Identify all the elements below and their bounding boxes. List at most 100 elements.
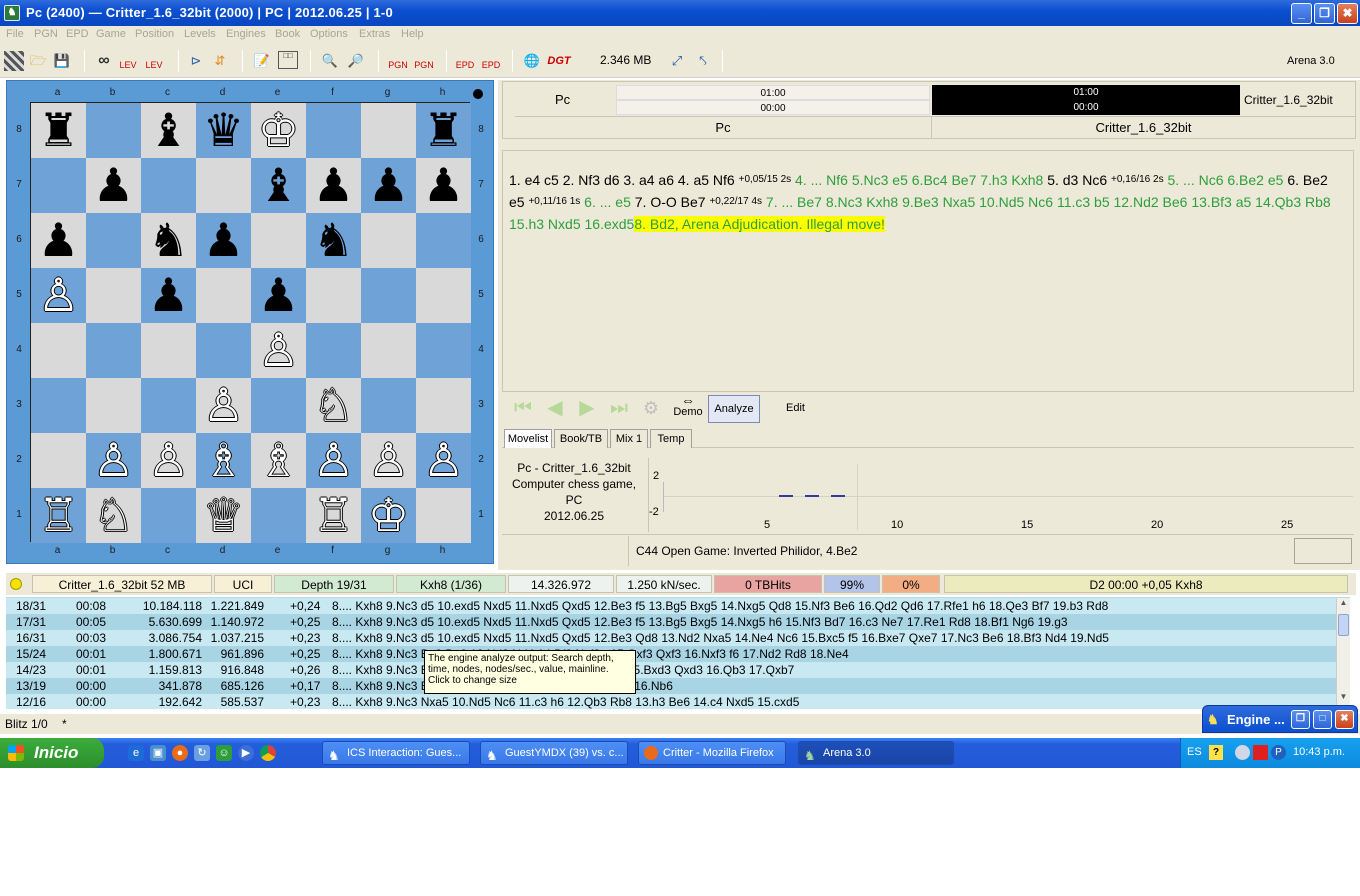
antivirus-icon[interactable] (1253, 745, 1268, 760)
edit-button[interactable]: Edit (786, 402, 805, 414)
globe-icon[interactable]: 🌐 (522, 51, 542, 71)
tab-temp[interactable]: Temp (650, 429, 692, 448)
menu-help[interactable]: Help (401, 28, 424, 40)
firefox-icon[interactable]: ● (172, 745, 188, 761)
square-e1[interactable] (251, 488, 306, 543)
zoom-in-icon[interactable]: 🔍 (320, 51, 340, 71)
p-icon[interactable]: P (1271, 745, 1286, 760)
square-a7[interactable] (31, 158, 86, 213)
tab-mix1[interactable]: Mix 1 (610, 429, 648, 448)
square-a2[interactable] (31, 433, 86, 488)
start-button[interactable]: Inicio (0, 738, 104, 768)
notation-variation-1[interactable]: 4. ... Nf6 5.Nc3 e5 6.Bc4 Be7 7.h3 Kxh8 (795, 172, 1043, 188)
notation-variation-2[interactable]: 5. ... Nc6 6.Be2 e5 (1167, 172, 1283, 188)
piece-f6[interactable]: ♞ (306, 213, 361, 268)
zoom-out-icon[interactable]: 🔎 (346, 51, 366, 71)
piece-f3[interactable]: ♘ (306, 378, 361, 433)
piece-c8[interactable]: ♝ (141, 103, 196, 158)
piece-d1[interactable]: ♕ (196, 488, 251, 543)
notation-variation-3[interactable]: 6. ... e5 (584, 194, 631, 210)
piece-e8[interactable]: ♔ (251, 103, 306, 158)
menu-file[interactable]: File (6, 28, 24, 40)
media-player-icon[interactable]: ▶ (238, 745, 254, 761)
square-e3[interactable] (251, 378, 306, 433)
analysis-row[interactable]: 17/31 00:05 5.630.699 1.140.972 +0,25 8.... K… (6, 614, 1336, 630)
square-g5[interactable] (361, 268, 416, 323)
tab-book-tb[interactable]: Book/TB (554, 429, 608, 448)
piece-h7[interactable]: ♟ (416, 158, 471, 213)
piece-c2[interactable]: ♙ (141, 433, 196, 488)
square-d5[interactable] (196, 268, 251, 323)
task-arena[interactable]: ♞ Arena 3.0 (798, 741, 954, 765)
piece-a6[interactable]: ♟ (31, 213, 86, 268)
menu-game[interactable]: Game (96, 28, 126, 40)
square-e6[interactable] (251, 213, 306, 268)
tab-movelist[interactable]: Movelist (504, 429, 552, 448)
board-icon[interactable] (4, 51, 24, 71)
analysis-row[interactable]: 18/31 00:08 10.184.118 1.221.849 +0,24 8.... … (6, 598, 1336, 614)
menu-engines[interactable]: Engines (226, 28, 266, 40)
scroll-down-icon[interactable]: ▼ (1338, 692, 1349, 704)
square-h1[interactable] (416, 488, 471, 543)
square-g3[interactable] (361, 378, 416, 433)
piece-g1[interactable]: ♔ (361, 488, 416, 543)
piece-g2[interactable]: ♙ (361, 433, 416, 488)
scroll-up-icon[interactable]: ▲ (1338, 598, 1349, 610)
engine-window-close-button[interactable]: ✖ (1335, 710, 1354, 729)
epd-add-button[interactable]: EPD (455, 51, 475, 71)
pgn-remove-button[interactable]: PGN (414, 51, 434, 71)
analysis-row[interactable]: 16/31 00:03 3.086.754 1.037.215 +0,23 8.... K… (6, 630, 1336, 646)
notation-moves-4[interactable]: 7. O-O Be7 (635, 194, 706, 210)
square-a4[interactable] (31, 323, 86, 378)
square-h5[interactable] (416, 268, 471, 323)
analyze-button[interactable]: Analyze (708, 395, 760, 423)
level-down-button[interactable]: LEV (144, 51, 164, 71)
square-b6[interactable] (86, 213, 141, 268)
menu-levels[interactable]: Levels (184, 28, 216, 40)
gear-icon[interactable]: ⚙ (640, 397, 662, 419)
exit-fullscreen-icon[interactable]: ⤣ (693, 51, 713, 71)
square-h6[interactable] (416, 213, 471, 268)
square-c1[interactable] (141, 488, 196, 543)
first-move-icon[interactable]: ⏮ (512, 397, 534, 419)
scroll-thumb[interactable] (1338, 614, 1349, 636)
piece-a1[interactable]: ♖ (31, 488, 86, 543)
tournament-icon[interactable]: □□ (278, 51, 298, 69)
piece-e2[interactable]: ♗ (251, 433, 306, 488)
piece-b7[interactable]: ♟ (86, 158, 141, 213)
desktop-icon[interactable]: ▣ (150, 745, 166, 761)
notes-icon[interactable]: 📝 (252, 51, 272, 71)
piece-h2[interactable]: ♙ (416, 433, 471, 488)
epd-remove-button[interactable]: EPD (481, 51, 501, 71)
pgn-add-button[interactable]: PGN (388, 51, 408, 71)
notation-final-move[interactable]: 8. Bd2, (634, 216, 682, 232)
square-g4[interactable] (361, 323, 416, 378)
piece-f7[interactable]: ♟ (306, 158, 361, 213)
menu-pgn[interactable]: PGN (34, 28, 58, 40)
square-b4[interactable] (86, 323, 141, 378)
swap-icon[interactable]: ⇵ (210, 51, 230, 71)
network-icon[interactable]: ↻ (194, 745, 210, 761)
menu-extras[interactable]: Extras (359, 28, 390, 40)
evaluation-graph[interactable]: 2 -2 5 10 15 20 25 (648, 458, 1354, 532)
open-folder-icon[interactable]: 🗁 (28, 51, 48, 71)
level-up-button[interactable]: LEV (118, 51, 138, 71)
chess-board[interactable]: ♜ ♝ ♛ ♔ ♜ ♟ ♝ ♟ ♟ ♟ ♟ ♞ ♟ ♞ ♙ ♟ ♟ ♙ ♙ ♘ ♙ ♙ ♗ ♗ ♙ ♙ ♙ ♖ ♘ ♕ ♖ ♔ (30, 102, 471, 543)
piece-h8[interactable]: ♜ (416, 103, 471, 158)
menu-position[interactable]: Position (135, 28, 174, 40)
last-move-icon[interactable]: ⏭ (608, 397, 630, 419)
square-d4[interactable] (196, 323, 251, 378)
engine-window[interactable]: ♞ Engine ... ❐ □ ✖ (1202, 705, 1358, 733)
infinite-icon[interactable]: ∞ (94, 51, 114, 71)
chrome-icon[interactable] (260, 745, 276, 761)
square-b5[interactable] (86, 268, 141, 323)
square-f5[interactable] (306, 268, 361, 323)
square-b3[interactable] (86, 378, 141, 433)
move-notation[interactable]: 1. e4 c5 2. Nf3 d6 3. a4 a6 4. a5 Nf6 +0… (502, 150, 1354, 392)
piece-g7[interactable]: ♟ (361, 158, 416, 213)
notation-moves-2[interactable]: 5. d3 Nc6 (1047, 172, 1107, 188)
square-f4[interactable] (306, 323, 361, 378)
piece-d6[interactable]: ♟ (196, 213, 251, 268)
close-button[interactable]: ✖ (1337, 3, 1358, 24)
piece-d8[interactable]: ♛ (196, 103, 251, 158)
